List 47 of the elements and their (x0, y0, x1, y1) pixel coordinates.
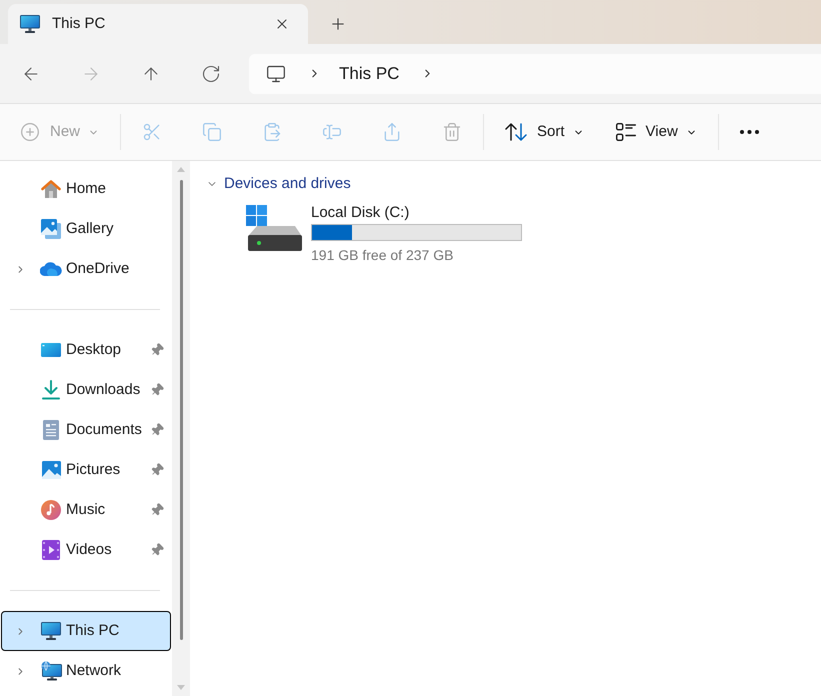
house-icon (41, 180, 61, 198)
sidebar-item[interactable]: Documents (1, 410, 171, 450)
scroll-down-icon[interactable] (177, 685, 185, 690)
download-arrow-icon (42, 380, 60, 400)
document-icon (43, 420, 59, 440)
sidebar-item[interactable]: Gallery (1, 209, 171, 249)
breadcrumb-item[interactable]: This PC (339, 60, 400, 86)
monitor-icon (266, 64, 286, 84)
sidebar-item[interactable]: Downloads (1, 370, 171, 410)
sidebar-item[interactable]: Pictures (1, 450, 171, 490)
address-bar[interactable]: This PC (249, 54, 821, 94)
ellipsis-icon (740, 130, 760, 134)
monitor-icon (41, 622, 61, 640)
free-space-text: 191 GB free of 237 GB (311, 246, 454, 265)
sidebar-item[interactable]: Network (1, 651, 171, 691)
sidebar-item[interactable]: OneDrive (1, 249, 171, 289)
text-cursor-icon (322, 122, 342, 142)
photo-stack-icon (41, 219, 61, 239)
scrollbar-thumb[interactable] (180, 180, 182, 640)
monitor-icon (20, 15, 40, 33)
scroll-up-icon[interactable] (177, 167, 185, 172)
group-header[interactable]: Devices and drives (206, 174, 351, 194)
refresh-icon (201, 64, 221, 84)
scissors-icon (142, 122, 162, 142)
tab[interactable]: This PC (8, 4, 308, 44)
sidebar-item[interactable]: This PC (1, 611, 171, 651)
hard-drive-icon (246, 205, 302, 251)
clipboard-icon (262, 122, 282, 142)
sidebar-item[interactable]: Videos (1, 530, 171, 570)
sort-arrows-icon (505, 123, 528, 141)
desktop-icon (41, 343, 61, 357)
drive-name: Local Disk (C:) (311, 204, 410, 222)
share-icon (382, 122, 402, 142)
network-monitor-icon (40, 661, 62, 681)
cloud-icon (40, 262, 62, 276)
sidebar-item[interactable]: Desktop (1, 330, 171, 370)
sort-button[interactable]: Sort (495, 114, 594, 150)
film-icon (42, 540, 60, 560)
view-button[interactable]: View (606, 114, 707, 150)
list-icon (616, 123, 636, 141)
music-note-icon (41, 500, 61, 520)
picture-icon (42, 461, 60, 479)
copy-icon (202, 122, 222, 142)
plus-circle-icon (20, 122, 40, 142)
sidebar-item[interactable]: Music (1, 490, 171, 530)
trash-icon (442, 122, 462, 142)
sidebar-item[interactable]: Home (1, 169, 171, 209)
